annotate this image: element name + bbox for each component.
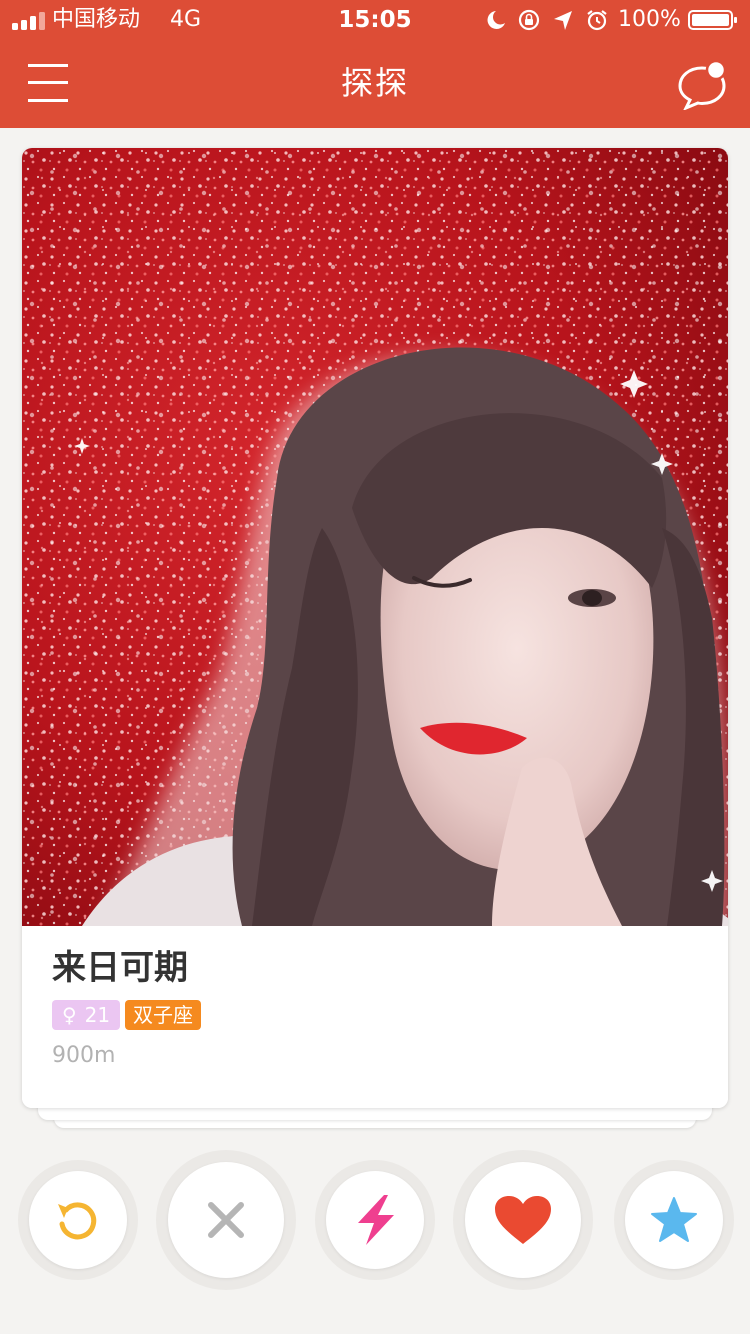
female-icon: ♀: [62, 1003, 77, 1027]
battery-percentage: 100%: [618, 7, 681, 32]
profile-photo[interactable]: [22, 148, 728, 926]
status-bar: 中国移动 4G 15:05 100%: [0, 0, 750, 40]
super-like-button-face[interactable]: [625, 1171, 723, 1269]
header-bar: 中国移动 4G 15:05 100% 探探: [0, 0, 750, 128]
super-like-button[interactable]: [614, 1160, 734, 1280]
close-icon: [208, 1202, 244, 1238]
undo-button-face[interactable]: [29, 1171, 127, 1269]
boost-button-face[interactable]: [326, 1171, 424, 1269]
undo-button[interactable]: [18, 1160, 138, 1280]
status-icons: [487, 9, 607, 31]
location-icon: [554, 11, 572, 30]
rotation-lock-icon: [518, 9, 540, 31]
like-button-face[interactable]: [465, 1162, 581, 1278]
star-icon: [651, 1197, 697, 1242]
nope-button-face[interactable]: [168, 1162, 284, 1278]
undo-icon: [58, 1202, 97, 1240]
distance-label: 900m: [52, 1043, 116, 1068]
nope-button[interactable]: [156, 1150, 296, 1290]
boost-button[interactable]: [315, 1160, 435, 1280]
profile-card[interactable]: 来日可期 ♀ 21 双子座 900m: [22, 148, 728, 1108]
like-button[interactable]: [453, 1150, 593, 1290]
page-title: 探探: [340, 64, 409, 102]
battery-icon: [688, 10, 737, 30]
heart-icon: [495, 1196, 551, 1244]
chat-bubble-icon[interactable]: [676, 58, 730, 110]
lightning-icon: [358, 1195, 394, 1245]
profile-info[interactable]: 来日可期 ♀ 21 双子座 900m: [22, 926, 728, 1108]
alarm-icon: [587, 10, 607, 31]
zodiac-badge: 双子座: [125, 1000, 201, 1030]
moon-icon: [487, 11, 505, 29]
age-label: 21: [84, 1003, 111, 1027]
gender-age-badge: ♀ 21: [52, 1000, 121, 1030]
user-name: 来日可期: [52, 948, 188, 988]
